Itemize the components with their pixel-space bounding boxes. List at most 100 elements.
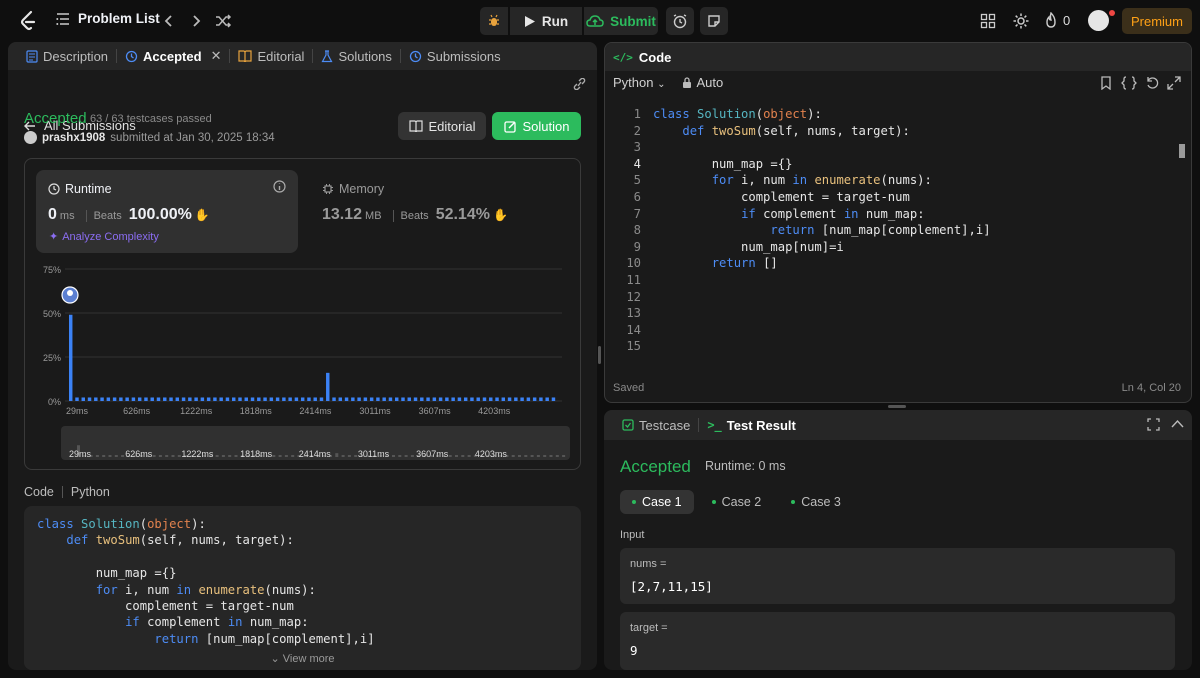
chart-bar — [426, 397, 430, 401]
mini-bar — [549, 455, 553, 457]
language-select[interactable]: Python ⌄ — [613, 75, 666, 90]
vertical-resize-handle[interactable] — [598, 346, 601, 364]
y-tick-label: 75% — [43, 265, 61, 275]
case-3-tab[interactable]: Case 3 — [779, 490, 853, 514]
mini-bar — [455, 455, 458, 457]
checkbox-icon — [622, 419, 634, 431]
chart-bar — [482, 397, 487, 401]
chart-bar — [100, 397, 104, 401]
test-panel: Testcase >_ Test Result Accepted Runtime… — [604, 410, 1192, 670]
bookmark-icon[interactable] — [1099, 76, 1113, 90]
notification-dot — [1109, 10, 1115, 16]
close-tab-icon[interactable]: ✕ — [211, 48, 222, 64]
chart-bar — [213, 397, 217, 401]
tab-solutions[interactable]: Solutions — [313, 42, 399, 70]
code-line: return [num_map[complement],i] — [154, 631, 375, 646]
shuffle-icon[interactable] — [214, 12, 232, 30]
editor-code-line[interactable]: return [num_map[complement],i] — [653, 223, 990, 237]
view-more-button[interactable]: ⌄ View more — [24, 648, 581, 670]
format-braces-icon[interactable] — [1121, 76, 1137, 90]
chart-bar — [75, 397, 79, 401]
chart-bar — [495, 397, 499, 401]
tab-description[interactable]: Description — [18, 42, 116, 70]
editor-code-line[interactable]: return [] — [653, 256, 778, 270]
submit-button[interactable]: Submit — [584, 7, 658, 35]
tab-editorial[interactable]: Editorial — [230, 42, 312, 70]
next-icon[interactable] — [187, 12, 205, 30]
memory-value-row: 13.12 MB Beats 52.14% ✋ — [322, 206, 508, 224]
chart-bar — [87, 397, 92, 401]
user-avatar[interactable] — [24, 131, 37, 144]
editor-code-line[interactable]: if complement in num_map: — [653, 207, 924, 221]
info-icon[interactable] — [273, 180, 286, 193]
run-button[interactable]: Run — [510, 7, 582, 35]
pass-dot — [791, 500, 796, 504]
x-tick-label: 3607ms — [419, 406, 452, 416]
premium-button[interactable]: Premium — [1122, 8, 1192, 34]
solution-button[interactable]: Solution — [492, 112, 581, 140]
mini-bar — [221, 455, 225, 457]
tab-testcase[interactable]: Testcase — [614, 411, 698, 439]
problem-list-label: Problem List — [78, 11, 160, 26]
settings-gear-icon[interactable] — [1012, 12, 1030, 30]
chart-bar — [470, 397, 474, 401]
tab-submissions[interactable]: Submissions — [401, 42, 509, 70]
line-number: 4 — [633, 156, 641, 171]
editor-code-line[interactable]: num_map[num]=i — [653, 240, 844, 254]
editor-toolbar: Python ⌄ Auto — [613, 75, 723, 90]
chart-bar — [282, 397, 286, 401]
username[interactable]: prashx1908 — [42, 132, 105, 144]
chart-bar — [526, 397, 531, 401]
case-1-label: Case 1 — [642, 495, 682, 509]
code-line: def twoSum(self, nums, target): — [66, 533, 294, 548]
chart-bar — [156, 397, 161, 401]
analyze-complexity-link[interactable]: ✦ Analyze Complexity — [49, 230, 159, 244]
code-language: Python — [70, 485, 110, 499]
auto-mode-toggle[interactable]: Auto — [682, 75, 723, 90]
clap-icon: ✋ — [194, 208, 210, 222]
editor-code-line[interactable]: for i, num in enumerate(nums): — [653, 173, 932, 187]
mini-bar — [562, 455, 566, 457]
editor-code-line[interactable]: def twoSum(self, nums, target): — [653, 124, 909, 138]
y-tick-label: 50% — [43, 309, 61, 319]
chart-bar — [94, 397, 98, 401]
tab-accepted[interactable]: Accepted ✕ — [117, 42, 229, 70]
chart-bar — [144, 397, 148, 401]
chart-bar — [457, 397, 462, 401]
link-icon[interactable] — [572, 78, 587, 90]
mini-bar — [511, 455, 515, 457]
mini-bar — [518, 455, 521, 457]
scrollbar-marker[interactable] — [1179, 144, 1185, 158]
alarm-clock-icon — [673, 14, 687, 29]
editor-code-line[interactable]: class Solution(object): — [653, 107, 822, 121]
chart-bar — [112, 397, 117, 401]
avatar[interactable] — [1088, 10, 1109, 31]
expand-icon[interactable] — [1167, 76, 1181, 90]
chevron-up-icon[interactable] — [1171, 419, 1184, 429]
horizontal-resize-handle[interactable] — [888, 405, 906, 408]
editor-code-line[interactable]: num_map ={} — [653, 157, 793, 171]
chart-bar — [319, 397, 324, 401]
reset-icon[interactable] — [1145, 76, 1159, 90]
timer-button[interactable] — [666, 7, 694, 35]
editorial-button[interactable]: Editorial — [398, 112, 486, 140]
memory-card[interactable]: Memory 13.12 MB Beats 52.14% ✋ — [310, 170, 570, 253]
case-1-tab[interactable]: Case 1 — [620, 490, 694, 514]
streak-counter[interactable]: 0 — [1044, 12, 1070, 28]
leetcode-logo-icon[interactable] — [18, 10, 38, 32]
problem-list-button[interactable]: Problem List — [56, 11, 160, 26]
debug-button[interactable] — [480, 7, 508, 35]
runtime-card[interactable]: Runtime 0 ms Beats 100.00% ✋ ✦ Analyze C… — [36, 170, 298, 253]
previous-icon[interactable] — [160, 12, 178, 30]
notes-button[interactable] — [700, 7, 728, 35]
case-tabs: Case 1 Case 2 Case 3 — [620, 490, 853, 514]
code-editor[interactable]: 1 class Solution(object): 2 def twoSum(sel… — [605, 103, 1191, 373]
mini-bar — [234, 455, 238, 457]
slider-tick-label: 3011ms — [358, 449, 390, 459]
layout-icon[interactable] — [980, 13, 996, 29]
mini-bar — [543, 455, 547, 457]
editor-code-line[interactable]: complement = target-num — [653, 190, 910, 204]
fullscreen-icon[interactable] — [1147, 418, 1160, 431]
tab-test-result[interactable]: >_ Test Result — [699, 411, 804, 439]
case-2-tab[interactable]: Case 2 — [700, 490, 774, 514]
